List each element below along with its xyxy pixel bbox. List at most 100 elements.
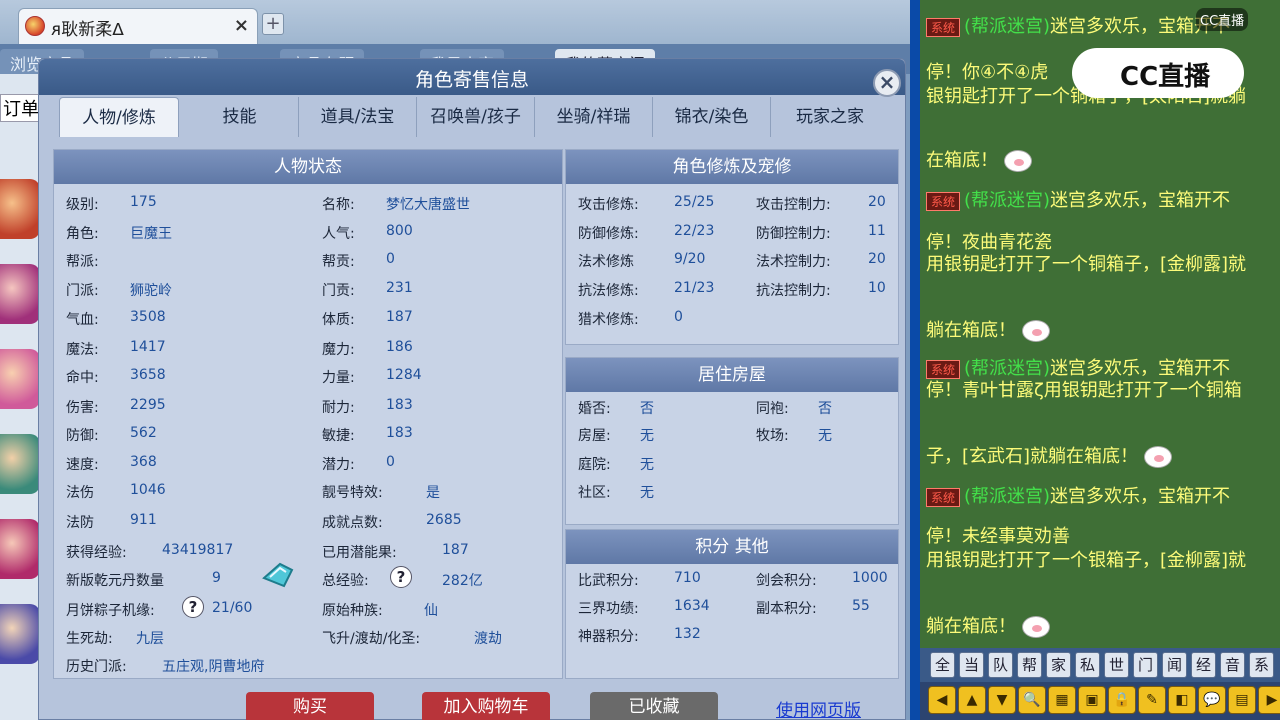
cc-live-watermark: CC直播 [1196,8,1249,31]
chat-tool-icon[interactable]: ▶ [1258,686,1280,714]
browser-tab[interactable]: ᴙ耿新柔ᐃ × [18,8,258,44]
chat-message: 系统 (帮派迷宫)迷宫多欢乐，宝箱开不 [926,186,1230,212]
jade-item-icon[interactable] [260,560,296,590]
status-value: 911 [130,512,157,528]
chat-message: 系统 (帮派迷宫)迷宫多欢乐，宝箱开不 [926,12,1230,38]
chat-message: 用银钥匙打开了一个银箱子，[金柳露]就 [926,546,1246,572]
status-value: 175 [130,194,157,210]
chat-tool-icon[interactable]: ▲ [958,686,986,714]
chat-channel: (帮派迷宫) [964,190,1051,211]
chat-tab[interactable]: 全 [930,652,955,678]
chat-tab[interactable]: 系 [1249,652,1274,678]
chat-tool-icon[interactable]: ▤ [1228,686,1256,714]
life-value: 九层 [136,631,164,647]
chat-text: 用银钥匙打开了一个铜箱子，[金柳露]就 [926,254,1247,275]
housing-label: 庭院: [578,457,611,473]
character-avatar[interactable] [0,519,40,579]
fly-label: 飞升/渡劫/化圣: [322,631,421,647]
housing-value: 无 [640,428,654,444]
housing-label: 婚否: [578,401,611,417]
chat-message: 躺在箱底！ [926,316,1050,342]
status-panel: 人物状态 级别: 175 角色: 巨魔王 帮派: 门派: 狮驼岭 气血: 3508 魔法: 1417… [53,149,563,679]
cultivation-label: 攻击控制力: [756,197,831,213]
favorited-button[interactable]: 已收藏 [590,692,718,720]
chat-tab[interactable]: 音 [1220,652,1245,678]
cultivation-value: 10 [868,280,886,296]
chat-text: 用银钥匙打开了一个银箱子，[金柳露]就 [926,550,1247,571]
chat-tab[interactable]: 家 [1046,652,1071,678]
housing-value: 无 [640,485,654,501]
tab-character[interactable]: 人物/修炼 [59,97,179,137]
status-value: 2685 [426,512,462,528]
chat-tab[interactable]: 门 [1133,652,1158,678]
character-avatar[interactable] [0,179,40,239]
chat-tool-icon[interactable]: ▼ [988,686,1016,714]
character-avatar[interactable] [0,434,40,494]
chat-tab[interactable]: 世 [1104,652,1129,678]
status-value: 是 [426,485,440,501]
points-value: 710 [674,570,701,586]
chat-tab[interactable]: 帮 [1017,652,1042,678]
qianyuan-label: 新版乾元丹数量 [66,573,164,589]
chat-tool-icon[interactable]: 🔍 [1018,686,1046,714]
chat-text: 迷宫多欢乐，宝箱开不 [1050,486,1231,507]
tab-skills[interactable]: 技能 [181,97,299,137]
chat-tab[interactable]: 队 [988,652,1013,678]
cultivation-value: 20 [868,251,886,267]
chat-tool-icon[interactable]: ▣ [1078,686,1106,714]
life-label: 生死劫: [66,631,113,647]
tab-pets[interactable]: 召唤兽/孩子 [417,97,535,137]
chat-message: 停！青叶甘露ζ用银钥匙打开了一个铜箱 [926,376,1242,402]
chat-tool-icon[interactable]: ◧ [1168,686,1196,714]
close-button[interactable]: × [873,69,901,97]
system-tag: 系统 [926,17,961,37]
chat-prefix: 停！ [926,526,962,547]
chat-text: 未经事莫劝善 [962,526,1070,547]
housing-label: 社区: [578,485,611,501]
points-label: 比武积分: [578,573,639,589]
dialog-tabs: 人物/修炼 技能 道具/法宝 召唤兽/孩子 坐骑/祥瑞 锦衣/染色 玩家之家 [59,97,899,137]
status-value: 562 [130,425,157,441]
tab-home[interactable]: 玩家之家 [771,97,889,137]
status-value: 3658 [130,367,166,383]
favicon-icon [25,16,45,36]
chat-tool-icon[interactable]: ▦ [1048,686,1076,714]
status-value: 187 [386,309,413,325]
mooncake-help-icon[interactable]: ? [182,596,204,618]
cultivation-value: 22/23 [674,223,715,239]
buy-button[interactable]: 购买 [246,692,374,720]
points-label: 三界功绩: [578,601,639,617]
tab-outfits[interactable]: 锦衣/染色 [653,97,771,137]
history-value: 五庄观,阴曹地府 [162,659,265,675]
chat-channel: (帮派迷宫) [964,486,1051,507]
points-label: 神器积分: [578,629,639,645]
tab-items[interactable]: 道具/法宝 [299,97,417,137]
chat-prefix: 停！ [926,62,962,83]
chat-tab[interactable]: 私 [1075,652,1100,678]
chat-text: 你④不④虎 [962,62,1049,83]
order-field[interactable]: 订单管 [0,94,40,122]
housing-value: 否 [818,401,832,417]
web-version-link[interactable]: 使用网页版 [776,696,861,720]
chat-tool-icon[interactable]: ✎ [1138,686,1166,714]
exp-label: 获得经验: [66,545,127,561]
tab-close-icon[interactable]: × [234,15,249,36]
chat-tool-icon[interactable]: ◀ [928,686,956,714]
chat-tool-icon[interactable]: 🔒 [1108,686,1136,714]
new-tab-button[interactable]: + [262,13,284,35]
chat-divider [910,0,920,720]
status-label: 成就点数: [322,515,383,531]
character-avatar[interactable] [0,349,40,409]
chat-channel: (帮派迷宫) [964,16,1051,37]
character-avatar[interactable] [0,604,40,664]
tab-mounts[interactable]: 坐骑/祥瑞 [535,97,653,137]
character-avatar[interactable] [0,264,40,324]
status-label: 法防 [66,515,94,531]
total-exp-help-icon[interactable]: ? [390,566,412,588]
chat-tab[interactable]: 闻 [1162,652,1187,678]
chat-tool-icon[interactable]: 💬 [1198,686,1226,714]
chat-toolbar: ◀ ▲ ▼ 🔍 ▦ ▣ 🔒 ✎ ◧ 💬 ▤ ▶ [920,682,1280,720]
chat-tab[interactable]: 当 [959,652,984,678]
add-to-cart-button[interactable]: 加入购物车 [422,692,550,720]
chat-tab[interactable]: 经 [1191,652,1216,678]
